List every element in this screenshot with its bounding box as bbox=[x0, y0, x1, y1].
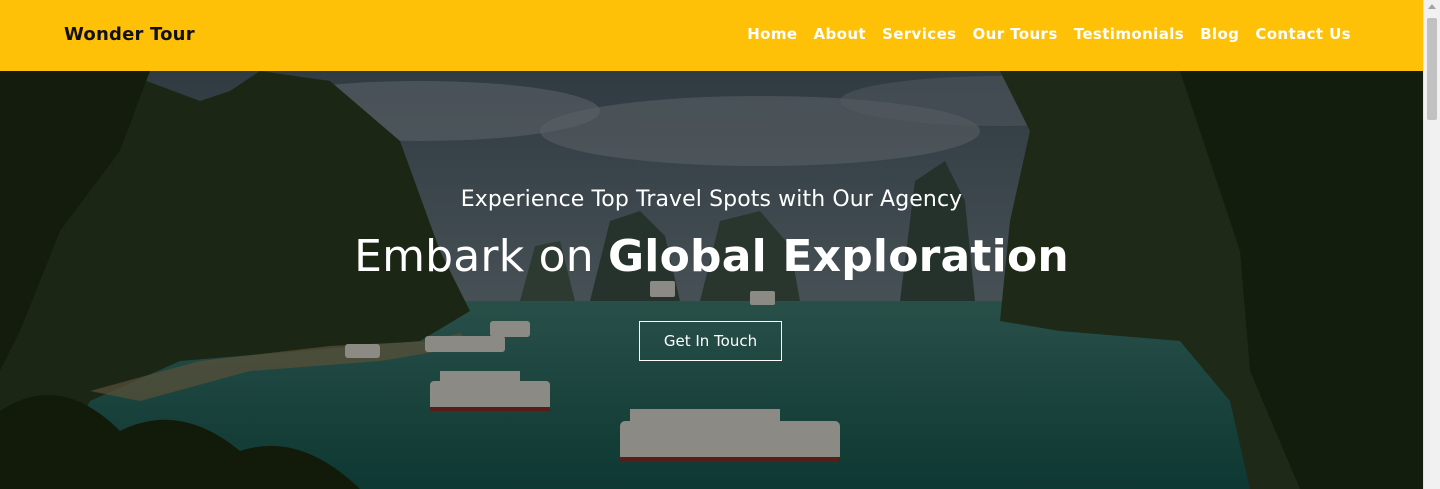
nav-home[interactable]: Home bbox=[747, 25, 797, 43]
hero-content: Experience Top Travel Spots with Our Age… bbox=[0, 71, 1423, 489]
page: Wonder Tour Home About Services Our Tour… bbox=[0, 0, 1423, 489]
hero-headline: Embark on Global Exploration bbox=[0, 231, 1423, 282]
get-in-touch-button[interactable]: Get In Touch bbox=[639, 321, 782, 361]
navbar: Wonder Tour Home About Services Our Tour… bbox=[0, 0, 1423, 71]
scrollbar-thumb[interactable] bbox=[1427, 18, 1437, 120]
main-nav: Home About Services Our Tours Testimonia… bbox=[731, 25, 1351, 43]
headline-regular: Embark on bbox=[354, 231, 594, 282]
scroll-up-arrow-icon[interactable] bbox=[1428, 4, 1436, 9]
nav-blog[interactable]: Blog bbox=[1200, 25, 1239, 43]
nav-about[interactable]: About bbox=[813, 25, 866, 43]
headline-bold: Global Exploration bbox=[607, 231, 1069, 282]
nav-our-tours[interactable]: Our Tours bbox=[972, 25, 1057, 43]
brand-logo[interactable]: Wonder Tour bbox=[64, 24, 195, 45]
hero-section: Experience Top Travel Spots with Our Age… bbox=[0, 71, 1423, 489]
page-scrollbar[interactable] bbox=[1423, 0, 1440, 489]
nav-services[interactable]: Services bbox=[882, 25, 957, 43]
hero-tagline: Experience Top Travel Spots with Our Age… bbox=[460, 187, 963, 212]
nav-testimonials[interactable]: Testimonials bbox=[1074, 25, 1184, 43]
nav-contact-us[interactable]: Contact Us bbox=[1255, 25, 1351, 43]
